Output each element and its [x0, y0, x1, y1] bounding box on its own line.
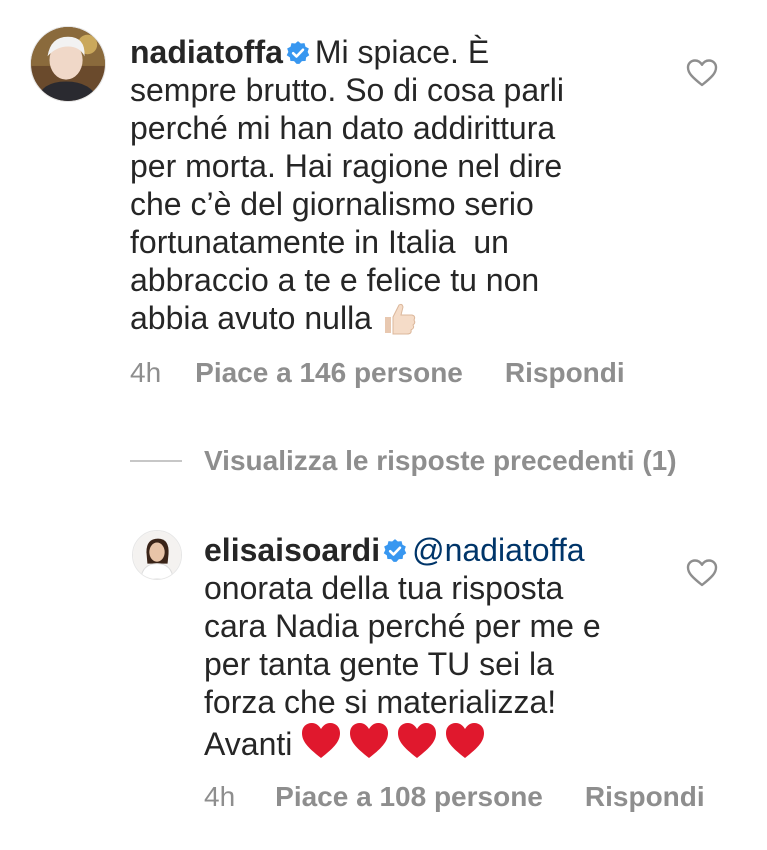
- comment-body: nadiatoffa Mi spiace. È sempre brutto. So…: [130, 33, 650, 343]
- view-previous-replies-button[interactable]: Visualizza le risposte precedenti (1): [130, 444, 677, 478]
- likes-count[interactable]: Piace a 108 persone: [275, 781, 543, 813]
- like-heart-icon[interactable]: [686, 558, 718, 588]
- verified-badge-icon: [382, 538, 408, 564]
- red-heart-icons: [301, 721, 487, 769]
- avatar[interactable]: [132, 530, 182, 580]
- thumbs-up-icon: [381, 301, 417, 343]
- comment-meta: 4h Piace a 146 persone Rispondi: [130, 355, 625, 391]
- comment-body: elisaisoardi @nadiatoffa onorata della tu…: [204, 531, 684, 769]
- likes-count[interactable]: Piace a 146 persone: [195, 357, 463, 389]
- username[interactable]: elisaisoardi: [204, 532, 380, 568]
- avatar[interactable]: [30, 26, 106, 102]
- view-replies-label: Visualizza le risposte precedenti (1): [204, 445, 677, 476]
- avatar-photo-icon: [133, 531, 181, 579]
- timestamp[interactable]: 4h: [130, 357, 161, 389]
- reply-button[interactable]: Rispondi: [505, 357, 625, 389]
- timestamp[interactable]: 4h: [204, 781, 235, 813]
- divider-line: [130, 460, 182, 462]
- mention-link[interactable]: @nadiatoffa: [412, 532, 584, 568]
- username[interactable]: nadiatoffa: [130, 34, 283, 70]
- avatar-photo-icon: [31, 27, 105, 101]
- reply-button[interactable]: Rispondi: [585, 781, 705, 813]
- comment-text: Mi spiace. È sempre brutto. So di cosa p…: [130, 34, 564, 336]
- like-heart-icon[interactable]: [686, 58, 718, 88]
- comment-meta: 4h Piace a 108 persone Rispondi: [204, 779, 705, 815]
- verified-badge-icon: [285, 40, 311, 66]
